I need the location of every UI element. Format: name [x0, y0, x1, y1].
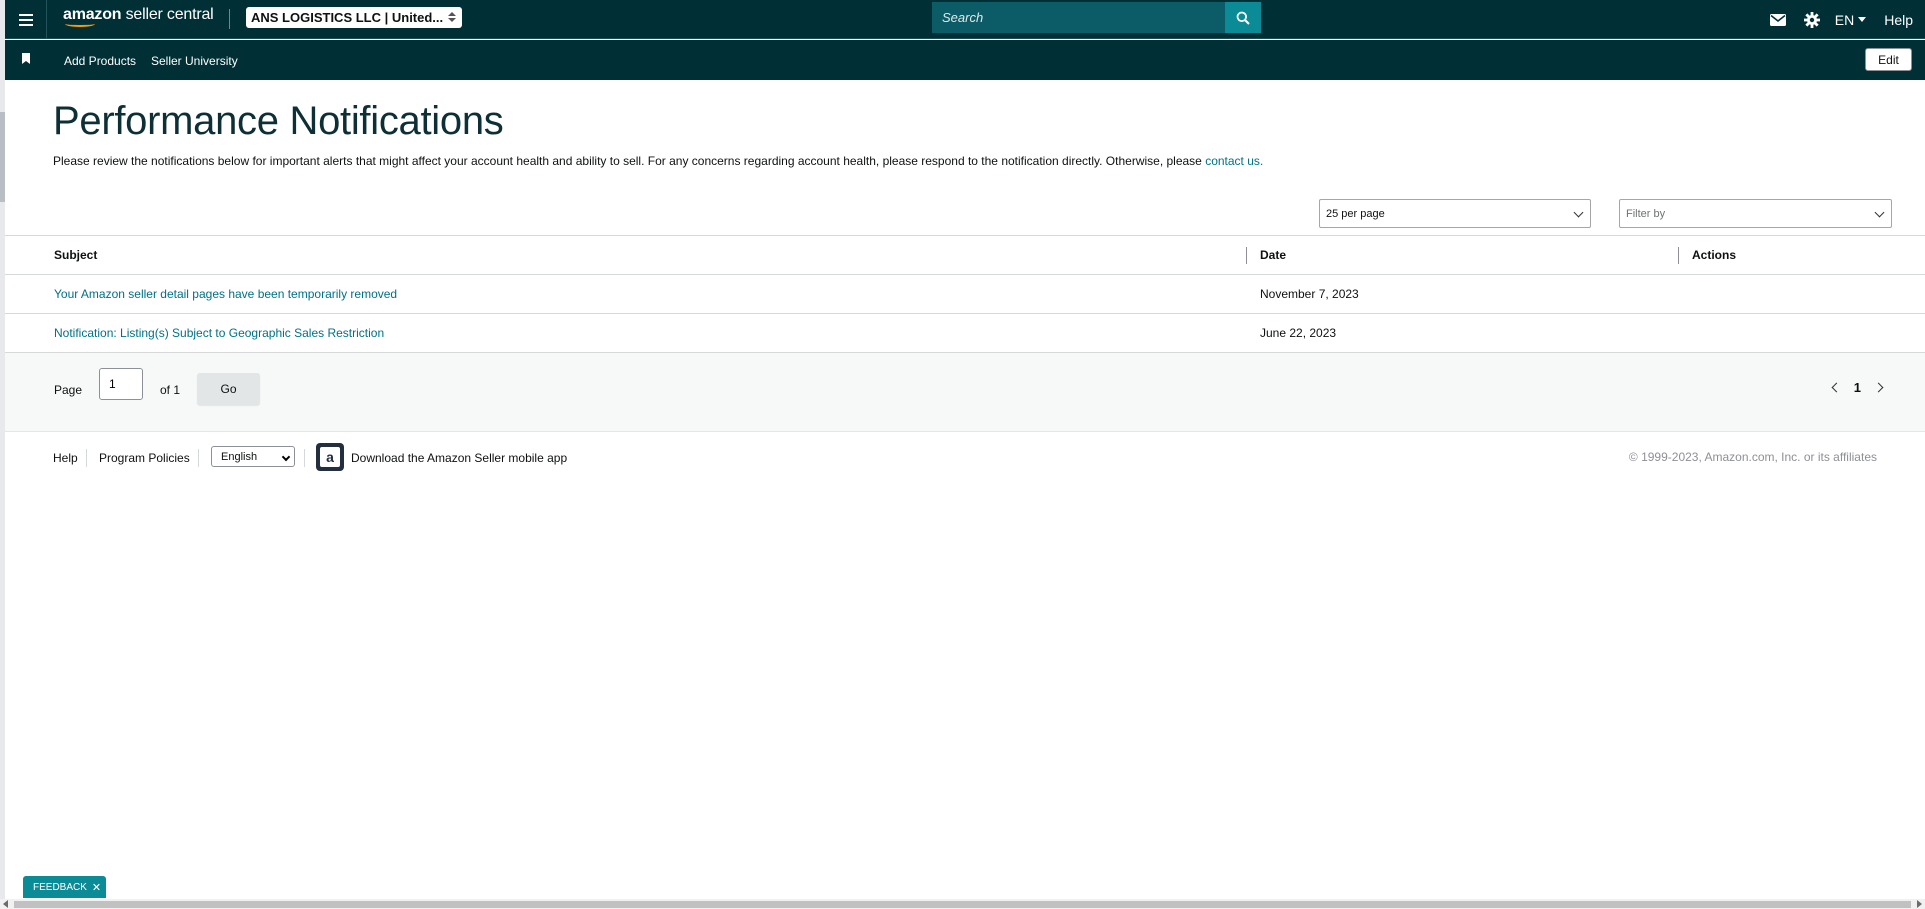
search-bar	[932, 2, 1261, 33]
footer-divider	[86, 449, 87, 467]
up-down-arrows-icon	[446, 9, 458, 25]
chevron-down-icon	[1874, 207, 1885, 218]
page-footer: Help Program Policies English a Download…	[5, 440, 1925, 476]
account-switcher[interactable]: ANS LOGISTICS LLC | United...	[246, 7, 462, 28]
help-link[interactable]: Help	[1884, 12, 1913, 28]
seller-university-link[interactable]: Seller University	[151, 54, 238, 68]
scroll-right-arrow-icon[interactable]	[1917, 900, 1922, 908]
footer-divider	[304, 449, 305, 467]
scrollbar-thumb[interactable]	[14, 901, 1911, 908]
current-page-number[interactable]: 1	[1854, 380, 1861, 395]
scroll-left-arrow-icon[interactable]	[3, 900, 8, 908]
horizontal-scrollbar[interactable]	[0, 899, 1925, 909]
per-page-select[interactable]: 25 per page	[1319, 199, 1591, 228]
search-button[interactable]	[1225, 2, 1261, 33]
notification-date: November 7, 2023	[1260, 287, 1359, 301]
column-header-date[interactable]: Date	[1260, 236, 1286, 274]
notification-date: June 22, 2023	[1260, 326, 1337, 340]
chevron-down-icon	[1858, 17, 1867, 22]
column-header-subject[interactable]: Subject	[54, 236, 97, 274]
page-title: Performance Notifications	[53, 99, 504, 143]
filter-select[interactable]: Filter by	[1619, 199, 1892, 228]
footer-language-select[interactable]: English	[211, 446, 295, 467]
search-icon	[1236, 11, 1250, 25]
chevron-left-icon[interactable]	[1831, 382, 1842, 393]
add-products-link[interactable]: Add Products	[64, 54, 136, 68]
top-navigation-bar: amazon seller central ANS LOGISTICS LLC …	[5, 0, 1925, 39]
page-number-input[interactable]	[99, 368, 143, 400]
chevron-down-icon	[281, 452, 291, 462]
notification-subject-link[interactable]: Your Amazon seller detail pages have bee…	[54, 287, 397, 301]
column-divider	[1246, 247, 1247, 264]
bookmark-bar: Add Products Seller University Edit	[5, 40, 1925, 80]
menu-icon[interactable]	[5, 0, 47, 39]
pagination-bar: Page of 1 Go 1	[5, 353, 1925, 432]
download-app-link[interactable]: Download the Amazon Seller mobile app	[351, 451, 567, 465]
page-count: of 1	[160, 383, 181, 397]
search-input[interactable]	[932, 2, 1257, 33]
notification-subject-link[interactable]: Notification: Listing(s) Subject to Geog…	[54, 326, 384, 340]
footer-help-link[interactable]: Help	[53, 451, 78, 465]
program-policies-link[interactable]: Program Policies	[99, 451, 190, 465]
top-right-actions: EN Help	[1761, 0, 1913, 39]
mail-icon[interactable]	[1761, 13, 1795, 26]
page-label: Page	[54, 383, 83, 397]
table-row: Your Amazon seller detail pages have bee…	[5, 275, 1925, 314]
edit-button[interactable]: Edit	[1865, 48, 1912, 71]
table-row: Notification: Listing(s) Subject to Geog…	[5, 314, 1925, 353]
gear-icon[interactable]	[1795, 11, 1829, 28]
go-button[interactable]: Go	[197, 373, 260, 405]
chevron-right-icon[interactable]	[1873, 382, 1884, 393]
footer-divider	[198, 449, 199, 467]
feedback-tab[interactable]: FEEDBACK ✕	[23, 876, 106, 898]
chevron-down-icon	[1573, 207, 1584, 218]
seller-central-logo[interactable]: amazon seller central	[63, 6, 214, 27]
table-header-row: Subject Date Actions	[5, 236, 1925, 275]
column-header-actions: Actions	[1692, 248, 1737, 262]
left-scroll-thumb[interactable]	[0, 112, 5, 202]
contact-us-link[interactable]: contact us.	[1205, 154, 1263, 168]
page-navigator: 1	[1831, 380, 1884, 395]
logo-divider	[229, 9, 230, 29]
seller-app-icon[interactable]: a	[316, 443, 344, 471]
page-intro: Please review the notifications below fo…	[53, 154, 1264, 168]
notifications-table: Subject Date Actions Your Amazon seller …	[5, 235, 1925, 353]
column-divider	[1678, 247, 1679, 264]
copyright-text: © 1999-2023, Amazon.com, Inc. or its aff…	[1628, 450, 1877, 464]
close-icon[interactable]: ✕	[92, 881, 101, 894]
language-menu[interactable]: EN	[1835, 12, 1867, 28]
bookmark-icon[interactable]	[22, 53, 30, 64]
